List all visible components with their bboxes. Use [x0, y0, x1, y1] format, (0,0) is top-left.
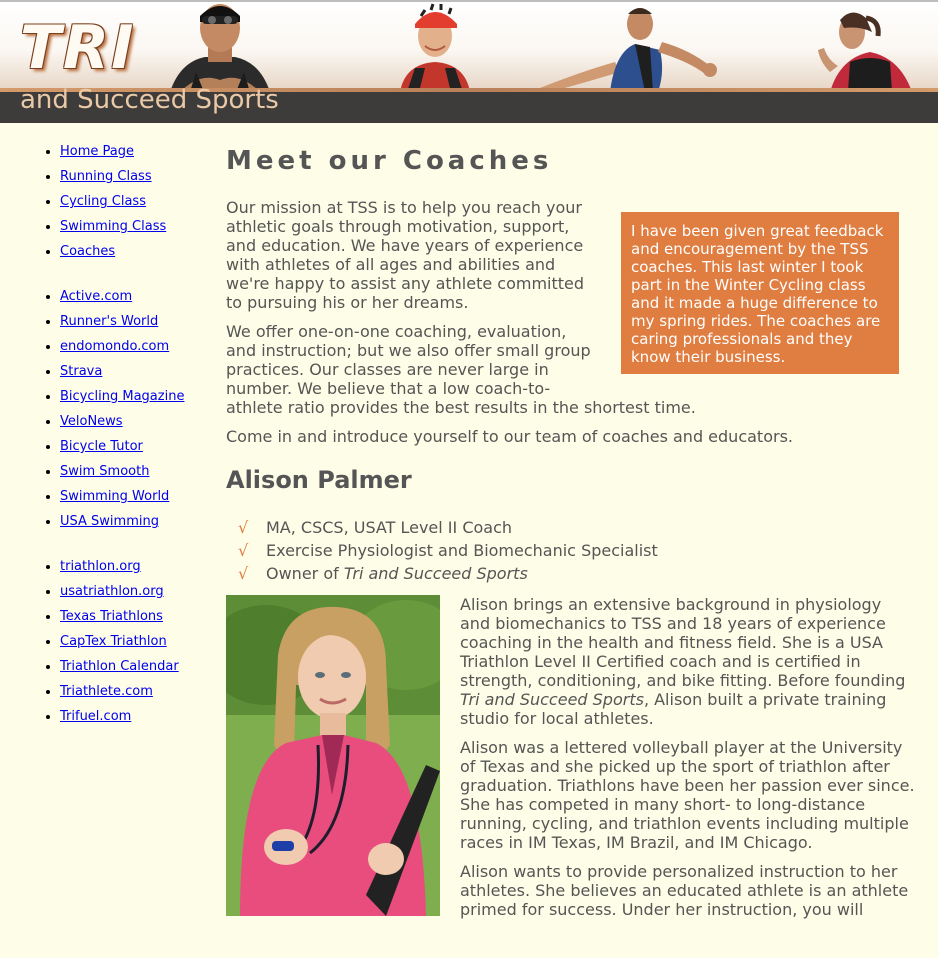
list-item: Swim Smooth — [60, 463, 214, 488]
link-swimming-world[interactable]: Swimming World — [60, 489, 169, 504]
list-item: Cycling Class — [60, 193, 214, 218]
link-bicycle-tutor[interactable]: Bicycle Tutor — [60, 439, 143, 454]
list-item: usatriathlon.org — [60, 583, 214, 608]
running-cycling-swimming-links-list: Active.com Runner's World endomondo.com … — [44, 288, 214, 538]
list-item: Home Page — [60, 143, 214, 168]
link-texas-triathlons[interactable]: Texas Triathlons — [60, 609, 163, 624]
site-links-list: Home Page Running Class Cycling Class Sw… — [44, 143, 214, 268]
site-logo[interactable]: TRI — [20, 18, 135, 78]
sidebar-nav: Home Page Running Class Cycling Class Sw… — [44, 143, 214, 753]
list-item: Texas Triathlons — [60, 608, 214, 633]
coach-portrait-illustration — [226, 595, 440, 916]
check-icon: √ — [238, 541, 249, 560]
page-title: Meet our Coaches — [226, 146, 553, 176]
nav-link-coaches[interactable]: Coaches — [60, 244, 115, 259]
invitation-paragraph: Come in and introduce yourself to our te… — [226, 427, 793, 446]
runner-photo — [540, 8, 717, 92]
link-bicycling-magazine[interactable]: Bicycling Magazine — [60, 389, 184, 404]
list-item: Triathlete.com — [60, 683, 214, 708]
nav-link-swimming-class[interactable]: Swimming Class — [60, 219, 166, 234]
link-runners-world[interactable]: Runner's World — [60, 314, 158, 329]
link-active-com[interactable]: Active.com — [60, 289, 132, 304]
main-content: Meet our Coaches I have been given great… — [226, 140, 916, 929]
coach-name-heading: Alison Palmer — [226, 466, 412, 494]
list-item: Swimming World — [60, 488, 214, 513]
credential-text: Owner of — [266, 564, 344, 583]
female-athlete-photo — [818, 12, 912, 92]
link-triathlete-com[interactable]: Triathlete.com — [60, 684, 153, 699]
company-name: Tri and Succeed Sports — [343, 564, 528, 583]
link-triathlon-org[interactable]: triathlon.org — [60, 559, 141, 574]
bio-text: Alison brings an extensive background in… — [460, 595, 906, 690]
triathlon-links-list: triathlon.org usatriathlon.org Texas Tri… — [44, 558, 214, 733]
link-strava[interactable]: Strava — [60, 364, 102, 379]
list-item: Running Class — [60, 168, 214, 193]
coach-photo — [226, 595, 440, 916]
link-captex-triathlon[interactable]: CapTex Triathlon — [60, 634, 167, 649]
credential-item: √ Exercise Physiologist and Biomechanic … — [238, 539, 916, 562]
credential-item: √ Owner of Tri and Succeed Sports — [238, 562, 916, 585]
list-item: triathlon.org — [60, 558, 214, 583]
credential-item: √ MA, CSCS, USAT Level II Coach — [238, 516, 916, 539]
credential-text: MA, CSCS, USAT Level II Coach — [266, 518, 513, 537]
site-header: TRI and Succeed Sports — [0, 2, 938, 123]
list-item: endomondo.com — [60, 338, 214, 363]
testimonial-quote: I have been given great feedback and enc… — [621, 212, 899, 374]
list-item: Bicycling Magazine — [60, 388, 214, 413]
link-swim-smooth[interactable]: Swim Smooth — [60, 464, 149, 479]
link-usa-swimming[interactable]: USA Swimming — [60, 514, 159, 529]
check-icon: √ — [238, 518, 249, 537]
site-tagline: and Succeed Sports — [20, 85, 279, 115]
list-item: Triathlon Calendar — [60, 658, 214, 683]
list-item: Active.com — [60, 288, 214, 313]
cyclist-photo — [400, 3, 470, 92]
check-icon: √ — [238, 564, 249, 583]
nav-link-running-class[interactable]: Running Class — [60, 169, 152, 184]
list-item: VeloNews — [60, 413, 214, 438]
list-item: Swimming Class — [60, 218, 214, 243]
list-item: Runner's World — [60, 313, 214, 338]
list-item: Strava — [60, 363, 214, 388]
link-endomondo[interactable]: endomondo.com — [60, 339, 169, 354]
nav-link-cycling-class[interactable]: Cycling Class — [60, 194, 146, 209]
company-name: Tri and Succeed Sports — [460, 690, 644, 709]
list-item: Trifuel.com — [60, 708, 214, 733]
list-item: CapTex Triathlon — [60, 633, 214, 658]
swimmer-photo — [170, 4, 270, 92]
list-item: Bicycle Tutor — [60, 438, 214, 463]
link-triathlon-calendar[interactable]: Triathlon Calendar — [60, 659, 179, 674]
coach-credentials-list: √ MA, CSCS, USAT Level II Coach √ Exerci… — [226, 516, 916, 585]
nav-link-home[interactable]: Home Page — [60, 144, 134, 159]
link-velonews[interactable]: VeloNews — [60, 414, 123, 429]
link-trifuel-com[interactable]: Trifuel.com — [60, 709, 131, 724]
list-item: Coaches — [60, 243, 214, 268]
link-usatriathlon-org[interactable]: usatriathlon.org — [60, 584, 164, 599]
credential-text: Exercise Physiologist and Biomechanic Sp… — [266, 541, 658, 560]
list-item: USA Swimming — [60, 513, 214, 538]
